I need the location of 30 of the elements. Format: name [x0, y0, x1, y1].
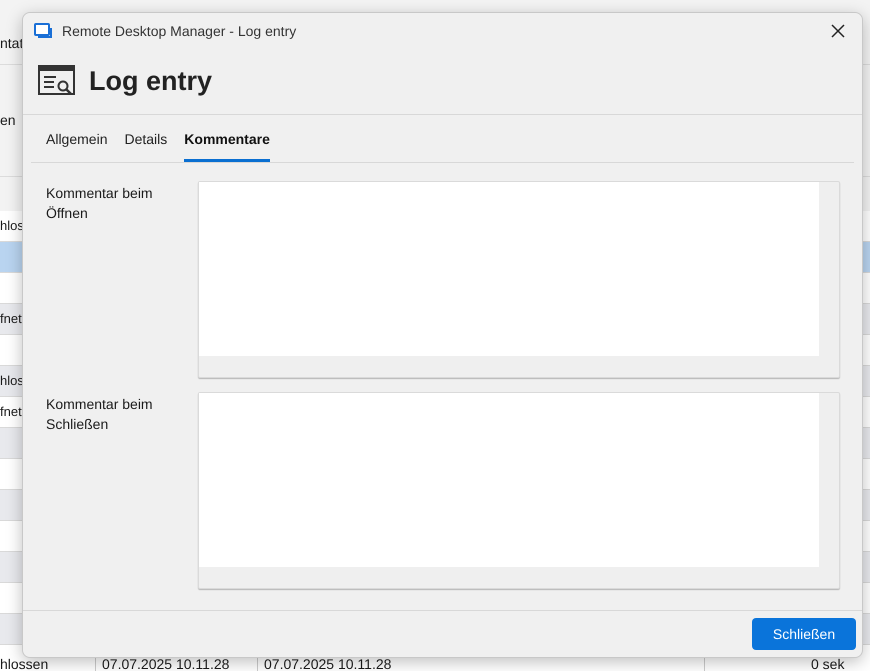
- table-row[interactable]: fnet: [0, 397, 22, 428]
- table-row[interactable]: [0, 583, 22, 614]
- tab[interactable]: Kommentare: [184, 129, 270, 162]
- comment-field[interactable]: [198, 181, 840, 378]
- window-title: Remote Desktop Manager - Log entry: [62, 22, 296, 41]
- tab[interactable]: Allgemein: [46, 129, 108, 162]
- table-cell-text: fnet: [0, 310, 22, 328]
- table-row[interactable]: [0, 242, 22, 273]
- page-heading: Log entry: [89, 65, 212, 98]
- field-label: Kommentar beim Öffnen: [46, 184, 154, 223]
- app-icon: [34, 23, 52, 39]
- table-row[interactable]: [0, 428, 22, 459]
- table-row[interactable]: [0, 521, 22, 552]
- field-label: Kommentar beim Schließen: [46, 395, 154, 434]
- table-row[interactable]: [0, 459, 22, 490]
- table-row[interactable]: [0, 273, 22, 304]
- log-search-icon: [38, 65, 76, 98]
- table-cell-text: fnet: [0, 403, 22, 422]
- close-icon: [831, 24, 845, 38]
- close-dialog-button[interactable]: Schließen: [752, 618, 856, 650]
- table-row[interactable]: [0, 552, 22, 583]
- column-header: ntat: [0, 34, 24, 52]
- table-row[interactable]: [0, 614, 22, 645]
- toolbar-label: en: [0, 111, 16, 130]
- table-row[interactable]: fnet: [0, 304, 22, 335]
- tab[interactable]: Details: [124, 129, 168, 162]
- table-row[interactable]: [0, 335, 22, 366]
- comment-field[interactable]: [198, 392, 840, 589]
- table-cell-text: 07.07.2025 10.11.28: [263, 655, 392, 671]
- table-row[interactable]: [0, 490, 22, 521]
